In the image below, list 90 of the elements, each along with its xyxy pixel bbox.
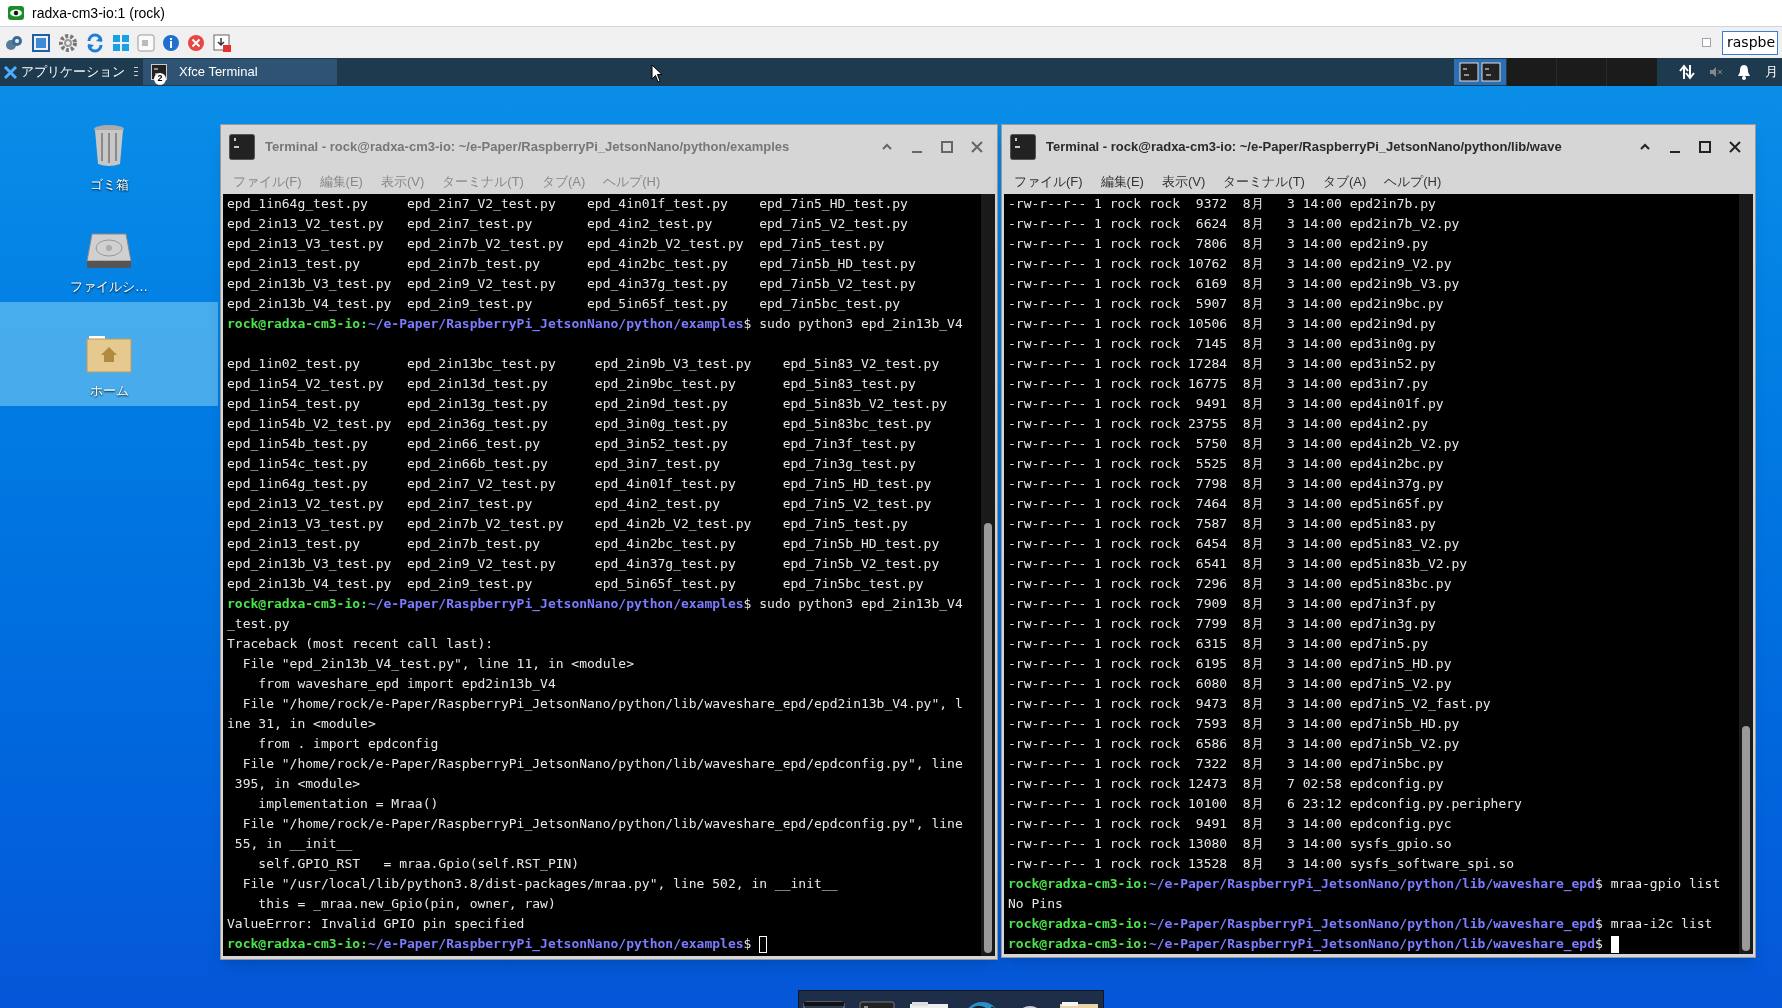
terminal-line: epd_2in13_test.py epd_2in7b_test.py epd_4in2bc_test.py epd_7in5b_HD_test.py <box>227 255 916 273</box>
prompt-line: rock@radxa-cm3-io:~/e-Paper/RaspberryPi_JetsonNano/python/lib/waveshare_epd$ <box>1008 935 1604 954</box>
terminal-line: epd_1in54_test.py epd_2in13g_test.py epd_2in9d_test.py epd_5in83b_V2_test.py <box>227 395 948 413</box>
terminal-line: -rw-r--r-- 1 rock rock 5750 8月 3 14:00 epd4in2b_V2.py <box>1008 435 1460 453</box>
terminal-line: -rw-r--r-- 1 rock rock 6454 8月 3 14:00 epd5in83_V2.py <box>1008 535 1460 553</box>
terminal-line: epd_2in13_V2_test.py epd_2in7_test.py epd_4in2_test.py epd_7in5_V2_test.py <box>227 495 932 513</box>
terminal-line: -rw-r--r-- 1 rock rock 23755 8月 3 14:00 epd4in2.py <box>1008 415 1428 433</box>
terminal-line: -rw-r--r-- 1 rock rock 9372 8月 3 14:00 epd2in7b.py <box>1008 195 1436 213</box>
terminal-line: -rw-r--r-- 1 rock rock 16775 8月 3 14:00 epd3in7.py <box>1008 375 1428 393</box>
terminal-line: -rw-r--r-- 1 rock rock 10506 8月 3 14:00 epd2in9d.py <box>1008 315 1436 333</box>
terminal-line: epd_2in13_V3_test.py epd_2in7b_V2_test.py epd_4in2b_V2_test.py epd_7in5_test.py <box>227 515 908 533</box>
terminal-line: ValueError: Invalid GPIO pin specified <box>227 915 525 933</box>
menu-item[interactable]: 編集(E) <box>1100 171 1144 192</box>
terminal-line: -rw-r--r-- 1 rock rock 17284 8月 3 14:00 epd3in52.py <box>1008 355 1436 373</box>
terminal-line: -rw-r--r-- 1 rock rock 13080 8月 3 14:00 sysfs_gpio.so <box>1008 835 1452 853</box>
terminal-line: No Pins <box>1008 895 1063 913</box>
terminal-line: -rw-r--r-- 1 rock rock 12473 8月 7 02:58 epdconfig.py <box>1008 775 1444 793</box>
window-title: radxa-cm3-io:1 (rock) <box>32 3 166 23</box>
desktop-icon[interactable]: ゴミ箱 <box>0 98 218 200</box>
prompt-line: rock@radxa-cm3-io:~/e-Paper/RaspberryPi_JetsonNano/python/examples$ sudo python3 epd_2in13b_V4 <box>227 595 963 614</box>
terminal-line: -rw-r--r-- 1 rock rock 7296 8月 3 14:00 epd5in83bc.py <box>1008 575 1452 593</box>
menu-item[interactable]: ヘルプ(H) <box>1384 171 1442 192</box>
text-field[interactable]: raspbe <box>1722 30 1778 55</box>
terminal-line: implementation = Mraa() <box>257 795 439 813</box>
terminal-line: 55, in __init__ <box>233 835 353 853</box>
window-title: Terminal - rock@radxa-cm3-io: ~/e-Paper/RaspberryPi_JetsonNano/python/examples <box>265 138 791 157</box>
terminal-line: -rw-r--r-- 1 rock rock 7593 8月 3 14:00 epd7in5b_HD.py <box>1008 715 1460 733</box>
terminal-line: -rw-r--r-- 1 rock rock 6541 8月 3 14:00 epd5in83b_V2.py <box>1008 555 1468 573</box>
terminal-line: _test.py <box>227 615 290 633</box>
window-title: Terminal - rock@radxa-cm3-io: ~/e-Paper/RaspberryPi_JetsonNano/python/lib/wave <box>1046 138 1563 157</box>
terminal-line: -rw-r--r-- 1 rock rock 7799 8月 3 14:00 epd7in3g.py <box>1008 615 1436 633</box>
terminal-line: epd_1in54c_test.py epd_2in66b_test.py epd_3in7_test.py epd_7in3g_test.py <box>227 455 916 473</box>
terminal-line: this = _mraa.new_Gpio(pin, owner, raw) <box>257 895 556 913</box>
terminal-line: -rw-r--r-- 1 rock rock 7798 8月 3 14:00 epd4in37g.py <box>1008 475 1444 493</box>
terminal-line: -rw-r--r-- 1 rock rock 9473 8月 3 14:00 epd7in5_V2_fast.py <box>1008 695 1491 713</box>
terminal-line: -rw-r--r-- 1 rock rock 9491 8月 3 14:00 epdconfig.pyc <box>1008 815 1452 833</box>
applications-menu[interactable]: アプリケーション <box>0 58 133 86</box>
terminal-line: File "/home/rock/e-Paper/RaspberryPi_JetsonNano/python/lib/waveshare_epd/epd2in13b_V4.py", l <box>241 695 963 713</box>
terminal-line: epd_1in54b_V2_test.py epd_2in36g_test.py epd_3in0g_test.py epd_5in83bc_test.py <box>227 415 932 433</box>
menu-item[interactable]: ファイル(F) <box>1014 171 1083 192</box>
terminal-line: -rw-r--r-- 1 rock rock 13528 8月 3 14:00 sysfs_software_spi.so <box>1008 855 1515 873</box>
terminal-line: -rw-r--r-- 1 rock rock 7909 8月 3 14:00 epd7in3f.py <box>1008 595 1436 613</box>
terminal-line: epd_2in13_test.py epd_2in7b_test.py epd_4in2bc_test.py epd_7in5b_HD_test.py <box>227 535 940 553</box>
terminal-line: epd_1in64g_test.py epd_2in7_V2_test.py epd_4in01f_test.py epd_7in5_HD_test.py <box>227 195 908 213</box>
terminal-line: self.GPIO_RST = mraa.Gpio(self.RST_PIN) <box>257 855 580 873</box>
terminal-line: -rw-r--r-- 1 rock rock 6080 8月 3 14:00 epd7in5_V2.py <box>1008 675 1452 693</box>
terminal-line: from waveshare_epd import epd2in13b_V4 <box>257 675 556 693</box>
terminal-line: epd_2in13b_V3_test.py epd_2in9_V2_test.py epd_4in37g_test.py epd_7in5b_V2_test.py <box>227 555 940 573</box>
clock[interactable]: 月 <box>1765 62 1778 82</box>
terminal-line: epd_2in13b_V3_test.py epd_2in9_V2_test.py epd_4in37g_test.py epd_7in5b_V2_test.py <box>227 275 916 293</box>
terminal-line: -rw-r--r-- 1 rock rock 7145 8月 3 14:00 epd3in0g.py <box>1008 335 1436 353</box>
terminal-line: File "/usr/local/lib/python3.8/dist-packages/mraa.py", line 502, in __init__ <box>241 875 838 893</box>
terminal-line: File "/home/rock/e-Paper/RaspberryPi_JetsonNano/python/lib/waveshare_epd/epdconfig.py", line <box>241 755 963 773</box>
terminal-line: -rw-r--r-- 1 rock rock 6169 8月 3 14:00 epd2in9b_V3.py <box>1008 275 1460 293</box>
prompt-line: rock@radxa-cm3-io:~/e-Paper/RaspberryPi_JetsonNano/python/lib/waveshare_epd$ mraa-i2c list <box>1008 915 1713 934</box>
menu-item[interactable]: ターミナル(T) <box>1223 171 1305 192</box>
terminal-line: -rw-r--r-- 1 rock rock 6315 8月 3 14:00 epd7in5.py <box>1008 635 1428 653</box>
terminal-line: -rw-r--r-- 1 rock rock 7322 8月 3 14:00 epd7in5bc.py <box>1008 755 1444 773</box>
terminal-line: epd_2in13b_V4_test.py epd_2in9_test.py epd_5in65f_test.py epd_7in5bc_test.py <box>227 295 901 313</box>
terminal-line: -rw-r--r-- 1 rock rock 6586 8月 3 14:00 epd7in5b_V2.py <box>1008 735 1460 753</box>
terminal-line: epd_2in13_V2_test.py epd_2in7_test.py epd_4in2_test.py epd_7in5_V2_test.py <box>227 215 908 233</box>
terminal-line: epd_2in13_V3_test.py epd_2in7b_V2_test.py epd_4in2b_V2_test.py epd_7in5_test.py <box>227 235 885 253</box>
terminal-line: File "/home/rock/e-Paper/RaspberryPi_JetsonNano/python/lib/waveshare_epd/epdconfig.py", line <box>241 815 963 833</box>
terminal-line: -rw-r--r-- 1 rock rock 6195 8月 3 14:00 epd7in5_HD.py <box>1008 655 1452 673</box>
terminal-line: epd_1in64g_test.py epd_2in7_V2_test.py epd_4in01f_test.py epd_7in5_HD_test.py <box>227 475 932 493</box>
prompt-line: rock@radxa-cm3-io:~/e-Paper/RaspberryPi_JetsonNano/python/examples$ sudo python3 epd_2in13b_V4 <box>227 315 963 334</box>
menu-item[interactable]: タブ(A) <box>1322 171 1367 192</box>
terminal-line: File "epd_2in13b_V4_test.py", line 11, in <module> <box>241 655 634 673</box>
terminal-line: Traceback (most recent call last): <box>227 635 494 653</box>
terminal-line: -rw-r--r-- 1 rock rock 5907 8月 3 14:00 epd2in9bc.py <box>1008 295 1444 313</box>
terminal-line: 395, in <module> <box>233 775 361 793</box>
terminal-line: from . import epdconfig <box>257 735 439 753</box>
terminal-line: epd_1in54_V2_test.py epd_2in13d_test.py epd_2in9bc_test.py epd_5in83_test.py <box>227 375 916 393</box>
terminal-line: epd_2in13b_V4_test.py epd_2in9_test.py epd_5in65f_test.py epd_7in5bc_test.py <box>227 575 924 593</box>
terminal-line: -rw-r--r-- 1 rock rock 10762 8月 3 14:00 epd2in9_V2.py <box>1008 255 1452 273</box>
prompt-line: rock@radxa-cm3-io:~/e-Paper/RaspberryPi_JetsonNano/python/lib/waveshare_epd$ mraa-gpio list <box>1008 875 1721 894</box>
terminal-line: -rw-r--r-- 1 rock rock 6624 8月 3 14:00 epd2in7b_V2.py <box>1008 215 1460 233</box>
terminal-line: -rw-r--r-- 1 rock rock 7464 8月 3 14:00 epd5in65f.py <box>1008 495 1444 513</box>
terminal-line: ine 31, in <module> <box>227 715 376 733</box>
menu-item[interactable]: 表示(V) <box>1161 171 1206 192</box>
terminal-line: -rw-r--r-- 1 rock rock 9491 8月 3 14:00 epd4in01f.py <box>1008 395 1444 413</box>
terminal-line: -rw-r--r-- 1 rock rock 7806 8月 3 14:00 epd2in9.py <box>1008 235 1428 253</box>
terminal-line: -rw-r--r-- 1 rock rock 7587 8月 3 14:00 epd5in83.py <box>1008 515 1436 533</box>
terminal-line: -rw-r--r-- 1 rock rock 5525 8月 3 14:00 epd4in2bc.py <box>1008 455 1444 473</box>
prompt-line: rock@radxa-cm3-io:~/e-Paper/RaspberryPi_JetsonNano/python/examples$ <box>227 935 753 954</box>
terminal-line: epd_1in02_test.py epd_2in13bc_test.py epd_2in9b_V3_test.py epd_5in83_V2_test.py <box>227 355 940 373</box>
desktop-icon[interactable]: ファイルシ… <box>0 200 218 302</box>
terminal-line: -rw-r--r-- 1 rock rock 10100 8月 6 23:12 epdconfig.py.periphery <box>1008 795 1522 813</box>
taskbar-button[interactable]: 2 Xfce Terminal <box>143 59 337 85</box>
terminal-line: epd_1in54b_test.py epd_2in66_test.py epd_3in52_test.py epd_7in3f_test.py <box>227 435 916 453</box>
